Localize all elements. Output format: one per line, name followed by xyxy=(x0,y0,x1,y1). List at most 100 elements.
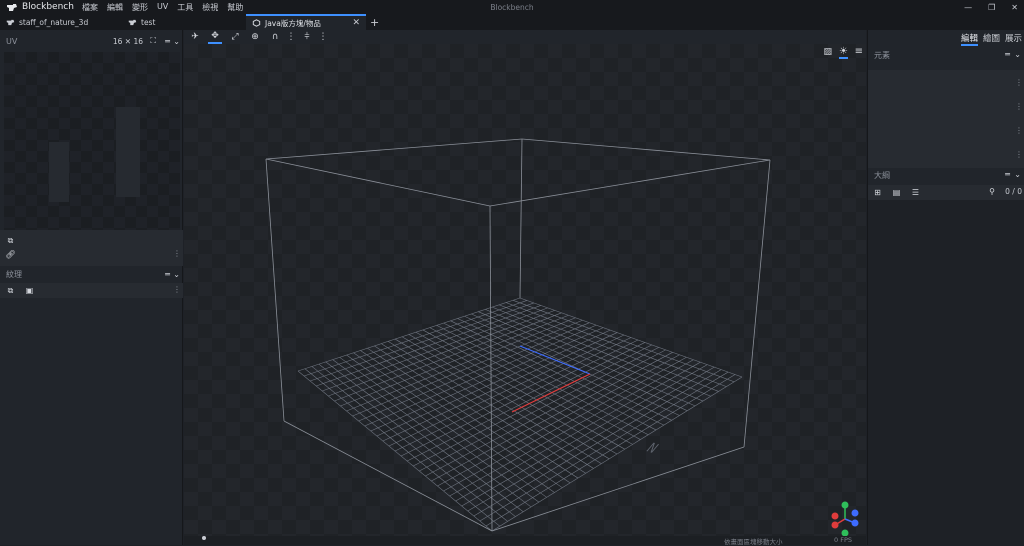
new-tab-button[interactable]: + xyxy=(370,14,379,30)
floor-grid-line xyxy=(492,306,711,397)
blockbench-logo-icon xyxy=(7,3,17,11)
bounds-edge xyxy=(489,159,771,207)
tab-edit-mode[interactable]: 編輯 xyxy=(960,32,978,46)
uv-editor-canvas[interactable] xyxy=(4,52,180,230)
mirror-icon[interactable]: ⫩ xyxy=(300,31,314,44)
floor-grid-line xyxy=(457,318,672,421)
close-tab-icon[interactable]: ✕ xyxy=(352,18,360,28)
more-options-icon[interactable]: ⋮ xyxy=(173,249,181,258)
more-options-icon[interactable]: ⋮ xyxy=(1015,78,1023,87)
restore-icon[interactable]: ❐ xyxy=(988,3,995,12)
move-tool-icon[interactable]: ✥ xyxy=(208,31,222,44)
viewport-scene[interactable] xyxy=(184,44,866,545)
bounds-edge xyxy=(519,138,523,299)
link-icon[interactable]: 🔗︎ xyxy=(5,249,16,260)
outliner-list[interactable] xyxy=(868,200,1024,545)
resize-tool-icon[interactable]: ⤢ xyxy=(228,31,242,44)
floor-grid-line xyxy=(519,297,743,378)
tab-test[interactable]: test xyxy=(122,14,246,30)
blockbench-tab-icon xyxy=(128,19,137,25)
axis-gizmo-icon[interactable] xyxy=(829,499,861,539)
menu-help[interactable]: 幫助 xyxy=(227,2,243,13)
bounds-edge xyxy=(283,420,493,532)
floor-grid-line xyxy=(443,356,687,492)
menu-edit[interactable]: 編輯 xyxy=(107,2,123,13)
bounds-edge xyxy=(265,158,285,422)
floor-grid-line xyxy=(479,371,729,522)
tab-staff-of-nature[interactable]: staff_of_nature_3d xyxy=(0,14,125,30)
menu-uv[interactable]: UV xyxy=(157,2,168,13)
tab-display-mode[interactable]: 展示 xyxy=(1005,32,1022,46)
add-group-icon[interactable]: ▤ xyxy=(891,187,902,198)
menu-view[interactable]: 檢視 xyxy=(202,2,218,13)
copy-icon[interactable]: ⧉ xyxy=(5,235,16,246)
chevron-down-icon[interactable]: ⌄ xyxy=(1014,170,1021,179)
menu-transform[interactable]: 變形 xyxy=(132,2,148,13)
minimize-icon[interactable]: — xyxy=(964,3,972,12)
more-options-icon[interactable]: ⋮ xyxy=(1015,102,1023,111)
floor-grid-line xyxy=(473,369,722,517)
more-tools-icon[interactable]: ⋮ xyxy=(287,31,296,44)
more-options-icon[interactable]: ⋮ xyxy=(173,285,181,294)
chevron-down-icon[interactable]: ⌄ xyxy=(173,37,180,46)
panel-menu-icon[interactable]: ═ xyxy=(165,270,170,279)
tab-paint-mode[interactable]: 繪圖 xyxy=(983,32,1000,46)
uv-size-label[interactable]: 16 ✕ 16 xyxy=(113,37,143,46)
menu-bar: 檔案 編輯 變形 UV 工具 檢視 幫助 xyxy=(82,2,252,13)
more-tools-icon[interactable]: ⋮ xyxy=(319,31,328,44)
add-cube-icon[interactable]: ⊞ xyxy=(872,187,883,198)
outliner-panel-title: 大綱 xyxy=(874,171,890,180)
floor-grid-line xyxy=(394,337,632,452)
bounds-edge xyxy=(743,159,771,448)
app-name: Blockbench xyxy=(22,2,74,12)
pivot-tool-icon[interactable]: ⊕ xyxy=(248,31,262,44)
lighting-icon[interactable]: ☀ xyxy=(839,46,848,59)
more-options-icon[interactable]: ⋮ xyxy=(1015,150,1023,159)
texture-panel-header: 紋理 ═ ⌄ xyxy=(0,265,183,283)
outliner-toolbar: ⊞ ▤ ☰ ⚲ 0 / 0 xyxy=(868,185,1024,200)
tab-label: test xyxy=(141,17,156,27)
vertex-snap-icon[interactable]: ✈ xyxy=(188,31,202,44)
fullscreen-icon[interactable]: ⛶ xyxy=(150,36,156,46)
magnet-icon[interactable]: ∩ xyxy=(268,31,282,44)
panel-menu-icon[interactable]: ═ xyxy=(165,37,170,46)
create-texture-icon[interactable]: ▣ xyxy=(24,285,35,296)
tab-label: Java版方塊/物品 xyxy=(265,18,321,28)
panel-menu-icon[interactable]: ═ xyxy=(1005,170,1010,179)
cube-icon xyxy=(252,19,261,27)
chevron-down-icon[interactable]: ⌄ xyxy=(173,270,180,279)
panel-menu-icon[interactable]: ═ xyxy=(1005,50,1010,59)
blockbench-tab-icon xyxy=(6,19,15,25)
menu-file[interactable]: 檔案 xyxy=(82,2,98,13)
mode-tabs: 編輯 繪圖 展示 xyxy=(960,32,1022,46)
bounds-edge xyxy=(491,446,745,532)
floor-grid-line xyxy=(436,325,649,436)
close-window-icon[interactable]: ✕ xyxy=(1011,3,1018,12)
tool-bar: ✈ ✥ ⤢ ⊕ ∩ ⋮ ⫩ ⋮ xyxy=(184,30,866,44)
import-texture-icon[interactable]: ⧉ xyxy=(5,285,16,296)
bounds-edge xyxy=(489,205,493,532)
bounds-edge xyxy=(521,138,771,161)
bounds-edge xyxy=(265,158,491,207)
tab-label: staff_of_nature_3d xyxy=(19,17,89,27)
tab-bar: staff_of_nature_3d test Java版方塊/物品 ✕ xyxy=(0,14,1024,30)
menu-tools[interactable]: 工具 xyxy=(177,2,193,13)
fps-counter: 0 FPS xyxy=(834,536,852,544)
title-bar: Blockbench 檔案 編輯 變形 UV 工具 檢視 幫助 Blockben… xyxy=(0,0,1024,14)
background-image-icon[interactable]: ▨ xyxy=(823,47,832,57)
right-panel: 編輯 繪圖 展示 元素 ═ ⌄ ⋮ ⋮ ⋮ ⋮ 大綱 ═ ⌄ ⊞ ▤ ☰ ⚲ 0… xyxy=(867,30,1024,545)
more-options-icon[interactable]: ⋮ xyxy=(1015,126,1023,135)
chevron-down-icon[interactable]: ⌄ xyxy=(1014,50,1021,59)
window-controls: — ❐ ✕ xyxy=(964,0,1018,14)
left-panel: UV 16 ✕ 16 ⛶ ═ ⌄ ⧉ 🔗︎ ⋮ 紋理 ═ ⌄ ⧉ ▣ ⋮ xyxy=(0,30,183,545)
viewport-menu-icon[interactable]: ≡ xyxy=(855,46,863,57)
floor-grid-line xyxy=(443,322,657,431)
timeline-handle[interactable] xyxy=(202,536,206,540)
tab-java-block-item[interactable]: Java版方塊/物品 ✕ xyxy=(246,14,366,30)
sort-icon[interactable]: ☰ xyxy=(910,187,921,198)
search-icon[interactable]: ⚲ xyxy=(989,187,995,196)
uv-panel-header: UV 16 ✕ 16 ⛶ ═ ⌄ xyxy=(0,32,183,50)
3d-viewport[interactable]: ▨ ☀ ≡ N xyxy=(184,44,866,545)
uv-panel-title: UV xyxy=(6,36,18,46)
floor-grid-line xyxy=(478,311,696,407)
